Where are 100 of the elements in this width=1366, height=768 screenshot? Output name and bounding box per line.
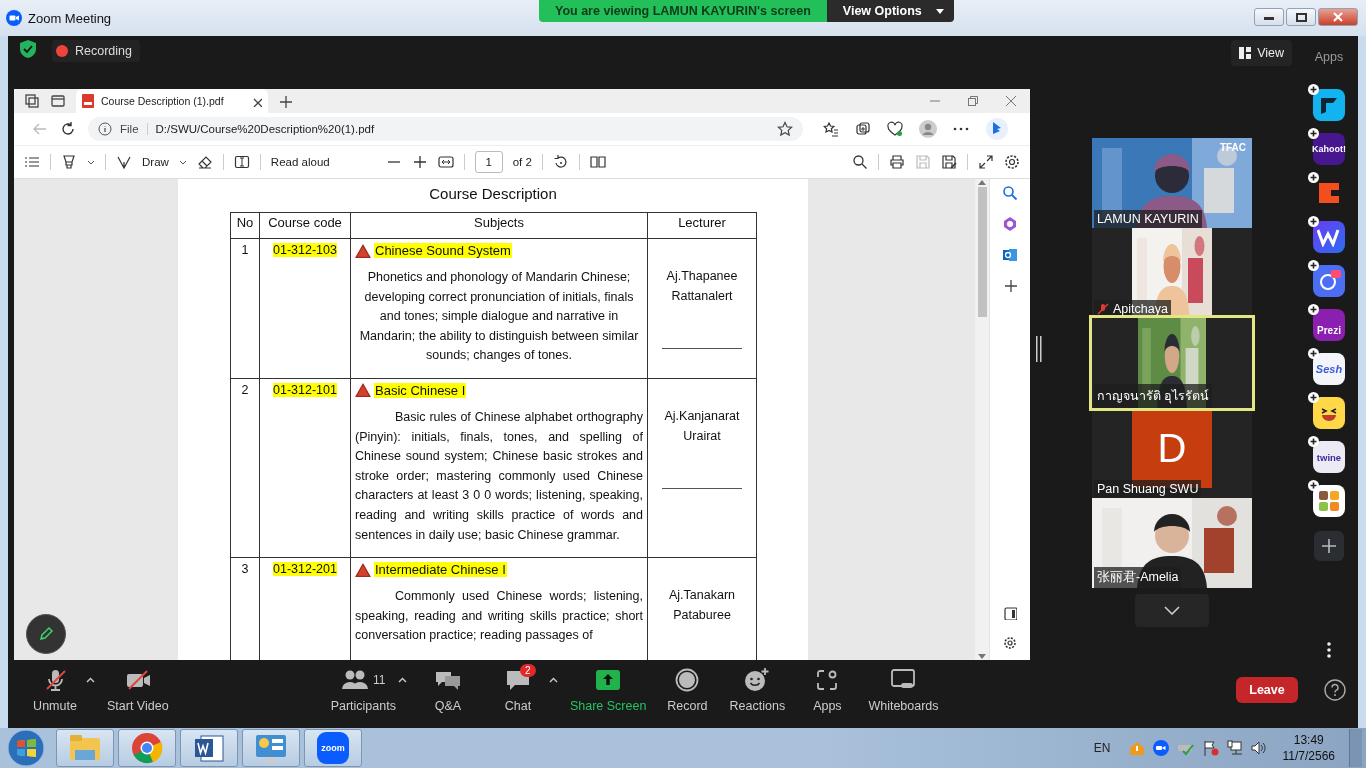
app-tile[interactable] xyxy=(1313,265,1345,297)
taskbar-button[interactable] xyxy=(180,729,238,767)
app-tile[interactable] xyxy=(1313,89,1345,121)
save-as-icon[interactable] xyxy=(941,154,957,170)
plus-badge-icon[interactable] xyxy=(1308,172,1319,183)
toolbar-button[interactable]: Start Video xyxy=(101,667,175,713)
draw-fab-button[interactable] xyxy=(26,614,66,654)
clock[interactable]: 13:49 11/7/2566 xyxy=(1282,732,1335,764)
collections-icon[interactable] xyxy=(855,121,871,137)
view-button[interactable]: View xyxy=(1231,40,1292,66)
plus-badge-icon[interactable] xyxy=(1308,392,1319,403)
view-options-button[interactable]: View Options xyxy=(826,0,954,22)
profile-icon[interactable] xyxy=(919,120,937,138)
pen-icon[interactable] xyxy=(116,154,132,170)
heart-pulse-icon[interactable] xyxy=(887,121,903,137)
shapes-icon[interactable] xyxy=(1002,216,1018,232)
network-icon[interactable] xyxy=(1226,740,1243,756)
add-app-button[interactable] xyxy=(1314,531,1344,561)
app-tile[interactable] xyxy=(1313,397,1345,429)
options-caret[interactable] xyxy=(548,677,558,683)
print-icon[interactable] xyxy=(889,154,905,170)
browser-tab[interactable]: Course Description (1).pdf xyxy=(76,89,268,113)
help-icon[interactable] xyxy=(1324,679,1346,701)
toolbar-button[interactable]: Share Screen xyxy=(563,667,653,713)
app-tile[interactable]: Sesh xyxy=(1313,353,1345,385)
toolbar-button[interactable]: Whiteboards xyxy=(862,667,945,713)
settings-icon[interactable] xyxy=(1003,636,1017,650)
new-tab-icon[interactable] xyxy=(278,94,292,108)
text-box-icon[interactable] xyxy=(233,154,250,170)
toolbar-button[interactable]: Apps xyxy=(792,667,863,713)
highlighter-icon[interactable] xyxy=(61,154,77,170)
plus-badge-icon[interactable] xyxy=(1308,304,1319,315)
app-tile[interactable]: twine xyxy=(1313,441,1345,473)
video-tile[interactable]: 张丽君-Amelia xyxy=(1092,498,1252,588)
zoom-tray-icon[interactable] xyxy=(1152,740,1169,756)
flag-error-icon[interactable] xyxy=(1202,740,1219,756)
eraser-icon[interactable] xyxy=(196,154,213,170)
speaker-icon[interactable] xyxy=(1250,740,1267,756)
toolbar-button[interactable]: Q&A xyxy=(412,667,483,713)
app-tile[interactable] xyxy=(1313,485,1345,517)
app-tile[interactable]: Kahoot! xyxy=(1313,133,1345,165)
video-tile[interactable]: Apitchaya xyxy=(1092,228,1252,318)
toolbar-button[interactable]: Reactions xyxy=(722,667,793,713)
options-caret[interactable] xyxy=(86,677,95,683)
options-caret[interactable] xyxy=(397,677,407,683)
apps-icon xyxy=(815,668,840,692)
fit-width-icon[interactable] xyxy=(437,154,454,170)
toolbar-button[interactable]: Unmute xyxy=(20,667,90,713)
plus-badge-icon[interactable] xyxy=(1308,216,1319,227)
close-icon[interactable] xyxy=(1006,96,1016,106)
plus-badge-icon[interactable] xyxy=(1308,480,1319,491)
plus-badge-icon[interactable] xyxy=(1308,436,1319,447)
minimize-button[interactable] xyxy=(1254,8,1284,26)
search-icon[interactable] xyxy=(852,154,868,170)
plus-badge-icon[interactable] xyxy=(1308,128,1319,139)
caret-icon[interactable] xyxy=(178,159,187,165)
plus-badge-icon[interactable] xyxy=(1308,84,1319,95)
zoom-in-icon[interactable] xyxy=(411,154,428,170)
start-orb-icon[interactable] xyxy=(6,728,46,768)
language-indicator[interactable]: EN xyxy=(1093,741,1111,755)
toolbar-button[interactable]: Record xyxy=(652,667,723,713)
app-tile[interactable] xyxy=(1313,221,1345,253)
contents-icon[interactable] xyxy=(24,154,40,170)
toolbar-button[interactable]: 11 Participants xyxy=(324,667,402,713)
maximize-button[interactable] xyxy=(1286,8,1316,26)
workspaces-icon[interactable] xyxy=(24,93,40,109)
page-number-field[interactable]: 1 xyxy=(474,151,503,173)
taskbar-button[interactable] xyxy=(242,729,300,767)
chat-logo-icon[interactable] xyxy=(985,117,1009,141)
star-icon[interactable] xyxy=(777,121,793,137)
row-number: 3 xyxy=(241,562,249,577)
restore-icon[interactable] xyxy=(968,96,978,106)
drag-handle-icon[interactable] xyxy=(1036,336,1042,362)
shield-icon[interactable] xyxy=(20,40,36,58)
toolbar-button[interactable]: Chat 2 xyxy=(482,667,553,713)
rotate-icon[interactable] xyxy=(552,154,569,170)
video-tile[interactable]: กาญจนารัติ อุไรรัตน์ xyxy=(1092,318,1252,408)
app-tile[interactable]: Prezi xyxy=(1313,309,1345,341)
mail-icon[interactable] xyxy=(1002,247,1018,263)
taskbar-button[interactable]: zoom xyxy=(304,729,362,767)
expand-icon[interactable] xyxy=(978,154,994,170)
leave-button[interactable]: Leave xyxy=(1236,677,1298,703)
caret-icon[interactable] xyxy=(87,159,95,165)
taskbar-button[interactable] xyxy=(118,729,176,767)
plus-icon[interactable] xyxy=(1003,278,1017,292)
draw-button[interactable]: Draw xyxy=(142,156,169,168)
plus-badge-icon[interactable] xyxy=(1308,348,1319,359)
sidebar-icon[interactable] xyxy=(1003,606,1017,620)
scrollbar-thumb[interactable] xyxy=(977,187,987,317)
address-bar[interactable]: File D:/SWU/Course%20Description%20(1).pdf xyxy=(88,117,803,141)
tab-actions-icon[interactable] xyxy=(50,93,66,109)
favorites-icon[interactable] xyxy=(823,121,839,137)
plus-badge-icon[interactable] xyxy=(1308,260,1319,271)
close-button[interactable] xyxy=(1318,8,1358,26)
more-icon[interactable] xyxy=(1327,642,1331,658)
refresh-icon[interactable] xyxy=(60,121,76,137)
scrollbar[interactable] xyxy=(975,179,989,660)
read-aloud-button[interactable]: Read aloud xyxy=(270,156,330,168)
settings-icon[interactable] xyxy=(1004,154,1020,170)
page-view-icon[interactable] xyxy=(589,154,606,170)
